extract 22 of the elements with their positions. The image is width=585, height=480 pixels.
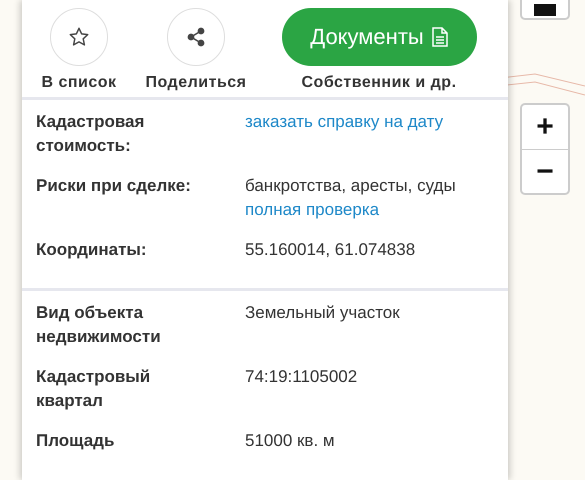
link[interactable]: полная проверка: [245, 198, 494, 222]
field-value: Земельный участок: [245, 302, 401, 324]
star-icon: [68, 26, 90, 48]
action-label: В список: [41, 74, 117, 92]
action-label: Собственник и др.: [301, 74, 457, 92]
field-label: Координаты:: [36, 239, 148, 261]
link[interactable]: заказать справку на дату: [245, 110, 494, 134]
field-value: 55.160014, 61.074838: [245, 239, 416, 261]
field-label: Кадастровый квартал: [36, 366, 152, 412]
document-icon: [432, 27, 448, 47]
field-label: Площадь: [36, 430, 116, 452]
field-label: Кадастровая стоимость:: [36, 111, 146, 157]
field-label: Риски при сделке:: [36, 175, 192, 197]
field-label: Вид объекта недвижимости: [36, 302, 162, 348]
zoom-out-button[interactable]: −: [522, 149, 568, 193]
share-icon: [186, 27, 206, 47]
documents-button[interactable]: Документы: [282, 8, 476, 66]
field-value: 74:19:1105002: [245, 366, 358, 388]
zoom-in-button[interactable]: +: [522, 105, 568, 149]
field-value: 51000 кв. м: [245, 430, 336, 452]
field-value: банкротства, аресты, суды: [245, 175, 457, 197]
action-label: Поделиться: [145, 74, 247, 92]
